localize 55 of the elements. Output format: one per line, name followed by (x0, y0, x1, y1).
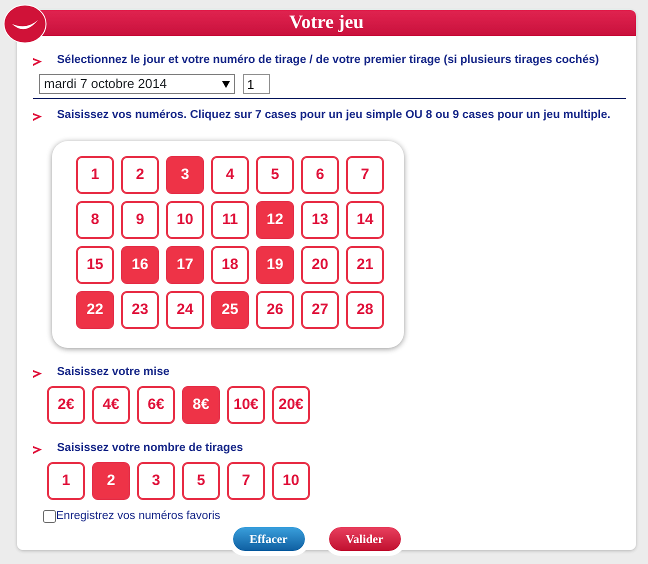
number-box[interactable]: 25 (211, 291, 249, 329)
chevron-icon (33, 112, 42, 121)
number-box[interactable]: 27 (301, 291, 339, 329)
chevron-icon (33, 370, 42, 378)
number-box[interactable]: 22 (76, 291, 114, 329)
draw-number-field[interactable]: 1 (243, 74, 270, 94)
draw-count-option[interactable]: 2 (92, 462, 130, 500)
draw-count-option[interactable]: 3 (137, 462, 175, 500)
number-box[interactable]: 11 (211, 201, 249, 239)
number-box[interactable]: 24 (166, 291, 204, 329)
number-box[interactable]: 28 (346, 291, 384, 329)
stake-option[interactable]: 20€ (272, 386, 310, 424)
number-box[interactable]: 26 (256, 291, 294, 329)
section-label: Saisissez vos numéros. Cliquez sur 7 cases pour un jeu simple OU 8 ou 9 cases pour un jeu multiple. (57, 108, 610, 124)
stake-option[interactable]: 10€ (227, 386, 265, 424)
number-box[interactable]: 12 (256, 201, 294, 239)
number-box[interactable]: 2 (121, 156, 159, 194)
chevron-icon (33, 58, 42, 66)
clear-button[interactable]: Effacer (232, 527, 304, 551)
section-label: Saisissez votre mise (57, 365, 170, 380)
number-box[interactable]: 9 (121, 201, 159, 239)
stake-option[interactable]: 6€ (137, 386, 175, 424)
number-box[interactable]: 5 (256, 156, 294, 194)
stake-option[interactable]: 8€ (182, 386, 220, 424)
number-box[interactable]: 17 (166, 246, 204, 284)
number-box[interactable]: 4 (211, 156, 249, 194)
number-box[interactable]: 7 (346, 156, 384, 194)
number-box[interactable]: 15 (76, 246, 114, 284)
section-label: Saisissez votre nombre de tirages (57, 441, 243, 456)
validate-button[interactable]: Valider (328, 527, 400, 551)
draw-count-option[interactable]: 10 (272, 462, 310, 500)
number-box[interactable]: 14 (346, 201, 384, 239)
number-box[interactable]: 10 (166, 201, 204, 239)
number-box[interactable]: 6 (301, 156, 339, 194)
draw-count-option[interactable]: 7 (227, 462, 265, 500)
number-box[interactable]: 1 (76, 156, 114, 194)
stake-option[interactable]: 2€ (47, 386, 85, 424)
dropdown-arrow-icon (222, 80, 230, 88)
checkbox-label: Enregistrez vos numéros favoris (56, 509, 220, 524)
date-dropdown[interactable]: mardi 7 octobre 2014 (39, 74, 235, 94)
number-box[interactable]: 8 (76, 201, 114, 239)
number-box[interactable]: 19 (256, 246, 294, 284)
stake-option[interactable]: 4€ (92, 386, 130, 424)
number-box[interactable]: 21 (346, 246, 384, 284)
draw-count-option[interactable]: 5 (182, 462, 220, 500)
number-box[interactable]: 3 (166, 156, 204, 194)
number-box[interactable]: 20 (301, 246, 339, 284)
number-box[interactable]: 18 (211, 246, 249, 284)
number-box[interactable]: 13 (301, 201, 339, 239)
section-label: Sélectionnez le jour et votre numéro de tirage / de votre premier tirage (si plusieurs tirages cochés) (57, 53, 599, 68)
number-box[interactable]: 23 (121, 291, 159, 329)
draw-count-option[interactable]: 1 (47, 462, 85, 500)
favorites-checkbox[interactable] (43, 510, 56, 524)
chevron-icon (33, 446, 42, 454)
number-box[interactable]: 16 (121, 246, 159, 284)
